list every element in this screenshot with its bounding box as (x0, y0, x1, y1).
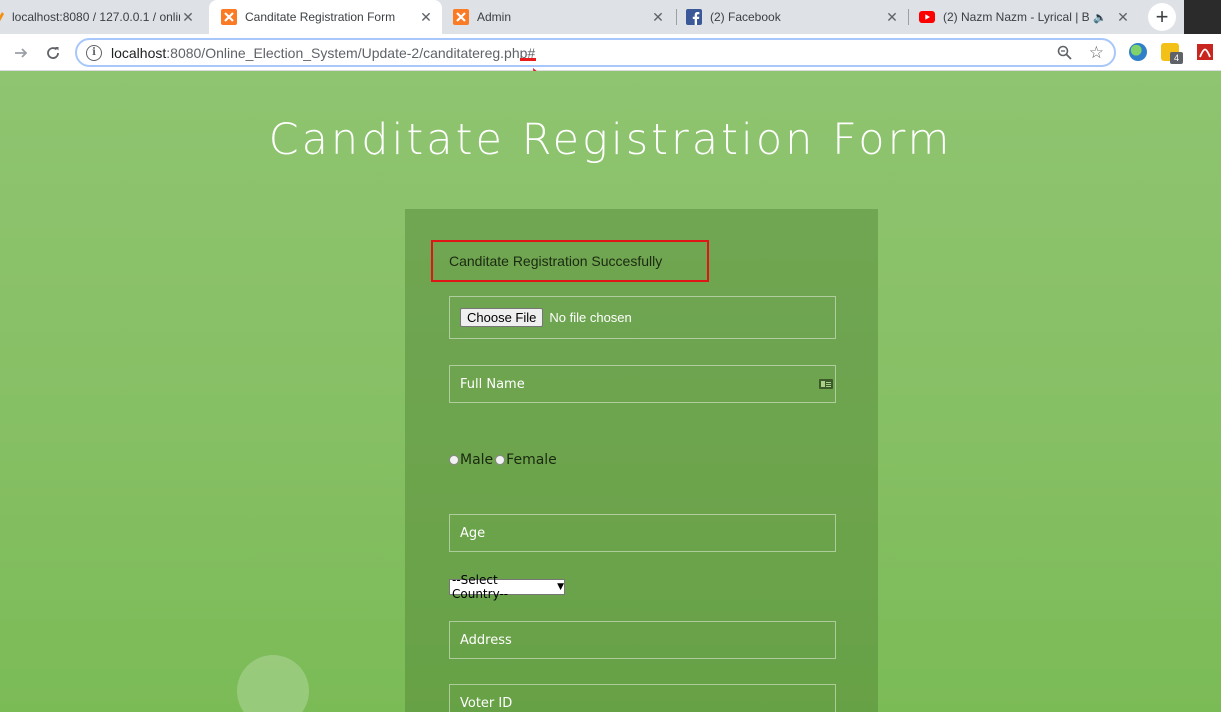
globe-extension-icon[interactable] (1129, 43, 1147, 61)
new-tab-button[interactable]: + (1148, 3, 1176, 31)
url-text[interactable]: localhost:8080/Online_Election_System/Up… (111, 45, 535, 61)
tab-title: localhost:8080 / 127.0.0.1 / onlin (12, 10, 180, 24)
close-icon[interactable]: ✕ (1115, 9, 1131, 25)
xampp-icon (453, 9, 469, 25)
bookmark-star-icon[interactable]: ☆ (1089, 43, 1104, 63)
annotation-underline (520, 58, 536, 61)
facebook-icon (686, 9, 702, 25)
reload-button[interactable] (40, 40, 66, 66)
tab-phpmyadmin[interactable]: localhost:8080 / 127.0.0.1 / onlin ✕ (0, 0, 206, 34)
age-input[interactable]: Age (449, 514, 836, 552)
tab-title: Canditate Registration Form (245, 10, 396, 24)
country-select[interactable]: --Select Country-- ▼ (449, 573, 565, 601)
close-icon[interactable]: ✕ (180, 9, 196, 25)
age-placeholder: Age (460, 525, 486, 541)
page-content: Canditate Registration Form Canditate Re… (0, 71, 1221, 712)
photo-file-input[interactable]: Choose File No file chosen (449, 296, 836, 339)
tab-facebook[interactable]: (2) Facebook ✕ (677, 0, 908, 34)
zoom-icon[interactable] (1057, 45, 1072, 64)
browser-toolbar: i localhost:8080/Online_Election_System/… (0, 34, 1221, 71)
voter-id-input[interactable]: Voter ID (449, 684, 836, 712)
decorative-circle (237, 655, 309, 712)
full-name-input[interactable]: Full Name (449, 365, 836, 403)
close-icon[interactable]: ✕ (418, 9, 434, 25)
speaker-icon[interactable]: 🔈 (1093, 11, 1107, 24)
country-selected-value: --Select Country-- (452, 573, 509, 601)
male-label: Male (460, 452, 494, 468)
page-title: Canditate Registration Form (268, 115, 953, 165)
tab-title: (2) Nazm Nazm - Lyrical | B (943, 10, 1090, 24)
close-icon[interactable]: ✕ (884, 9, 900, 25)
address-placeholder: Address (460, 632, 512, 648)
registration-form: Canditate Registration Succesfully Choos… (405, 209, 878, 712)
choose-file-button[interactable]: Choose File (460, 308, 544, 327)
url-host: localhost (111, 44, 167, 61)
dropdown-arrow-icon: ▼ (557, 582, 564, 592)
female-label: Female (506, 452, 557, 468)
address-bar[interactable]: i localhost:8080/Online_Election_System/… (75, 38, 1116, 67)
extension-badge: 4 (1170, 52, 1183, 64)
tab-admin[interactable]: Admin ✕ (443, 0, 676, 34)
tab-youtube[interactable]: (2) Nazm Nazm - Lyrical | B 🔈 ✕ (909, 0, 1141, 34)
female-radio[interactable] (495, 455, 506, 465)
url-path: :8080/Online_Election_System/Update-2/ca… (166, 44, 536, 61)
voter-id-placeholder: Voter ID (460, 695, 513, 711)
xampp-icon (221, 9, 237, 25)
tab-candidate-form[interactable]: Canditate Registration Form ✕ (209, 0, 442, 34)
phpmyadmin-icon (0, 9, 4, 25)
id-card-icon (819, 379, 833, 389)
success-message: Canditate Registration Succesfully (431, 240, 709, 282)
reload-icon (47, 47, 59, 59)
info-icon[interactable]: i (86, 44, 102, 61)
male-radio[interactable] (449, 455, 459, 465)
pdf-extension-icon[interactable] (1196, 43, 1214, 61)
address-input[interactable]: Address (449, 621, 836, 659)
tab-title: (2) Facebook (710, 10, 781, 24)
tab-title: Admin (477, 10, 512, 24)
full-name-placeholder: Full Name (460, 376, 525, 392)
window-controls-area (1184, 0, 1221, 34)
tab-bar: localhost:8080 / 127.0.0.1 / onlin ✕ Can… (0, 0, 1221, 34)
gender-radio-group: Male Female (449, 452, 559, 468)
forward-button[interactable] (8, 40, 34, 66)
youtube-icon (919, 9, 935, 25)
arrow-right-icon (15, 48, 28, 58)
close-icon[interactable]: ✕ (650, 9, 666, 25)
file-status: No file chosen (549, 310, 632, 325)
